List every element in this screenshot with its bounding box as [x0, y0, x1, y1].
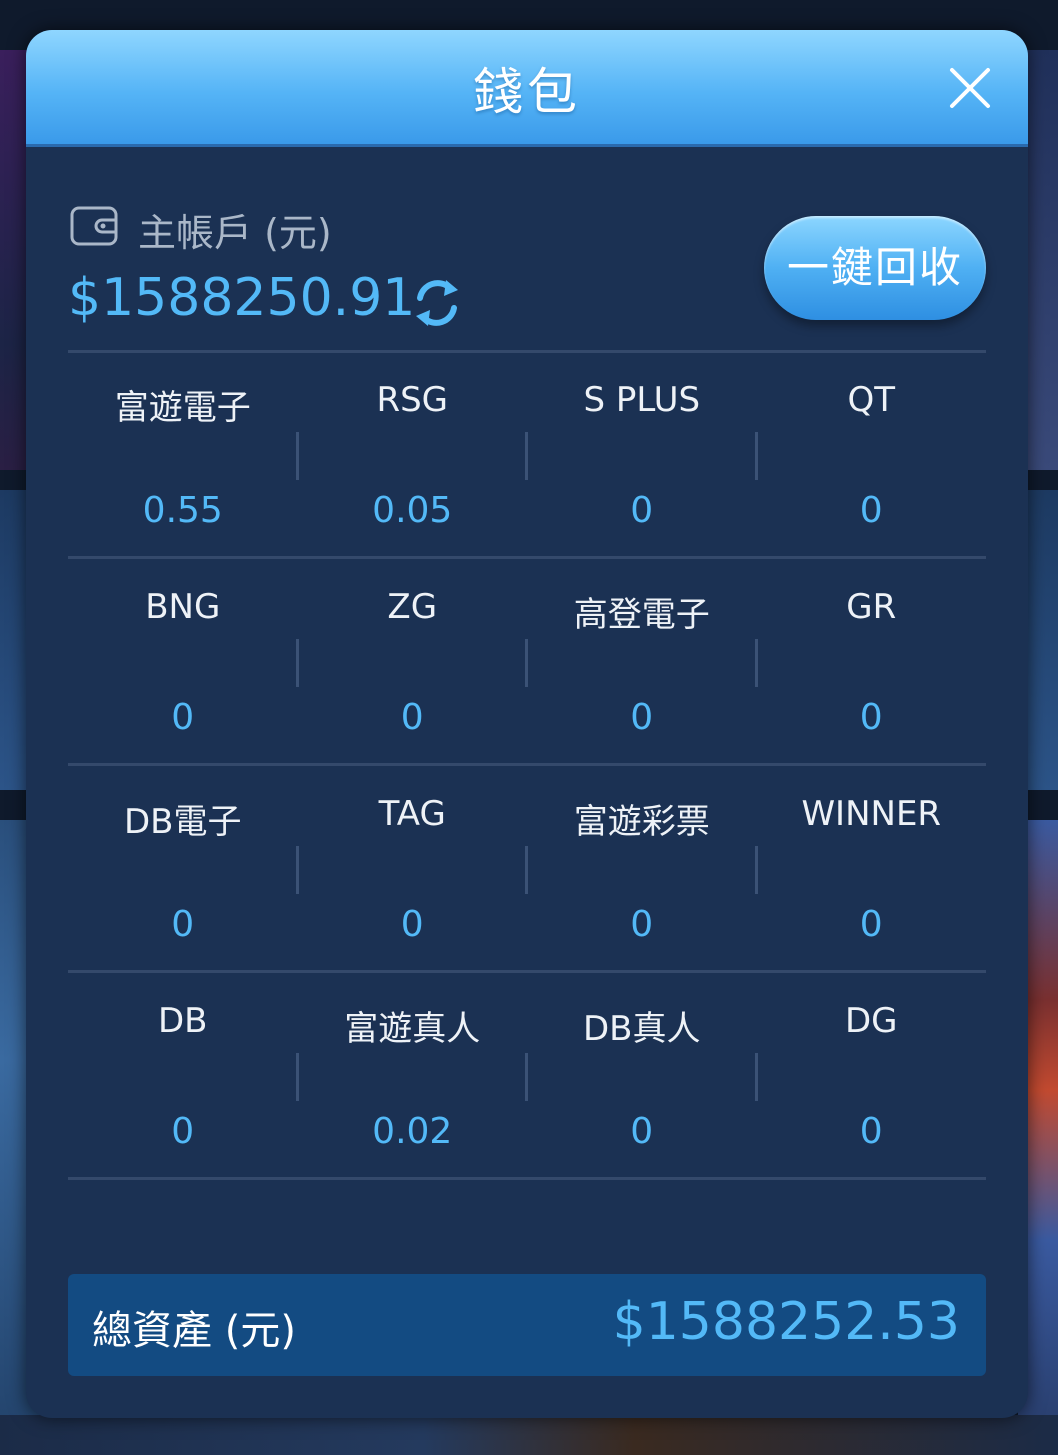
column-divider — [755, 432, 758, 480]
provider-balance: 0 — [630, 490, 654, 531]
close-button[interactable] — [948, 66, 992, 110]
total-assets-label: 總資產 (元) — [92, 1308, 296, 1354]
provider-balance: 0 — [171, 697, 195, 738]
provider-name: 富遊真人 — [344, 1009, 481, 1049]
column-divider — [755, 1053, 758, 1101]
column-divider — [525, 639, 528, 687]
background-bottom-bar — [0, 1415, 1058, 1455]
provider-name: 富遊電子 — [114, 388, 251, 428]
provider-cell: ZG 0 — [298, 559, 528, 766]
provider-balance: 0 — [400, 904, 424, 945]
provider-balance: 0 — [171, 904, 195, 945]
provider-cell: RSG 0.05 — [298, 352, 528, 559]
wallet-icon — [70, 206, 118, 246]
provider-balance-grid: 富遊電子 0.55 RSG 0.05 S PLUS 0 QT 0 BNG 0 Z… — [68, 352, 986, 1180]
provider-cell: 富遊彩票 0 — [527, 766, 757, 973]
provider-name: 高登電子 — [573, 595, 710, 635]
provider-cell: BNG 0 — [68, 559, 298, 766]
column-divider — [525, 846, 528, 894]
main-account-amount: $1588250.91 — [68, 268, 416, 328]
provider-cell: DB 0 — [68, 973, 298, 1180]
provider-balance: 0 — [859, 904, 883, 945]
provider-balance: 0.55 — [142, 490, 223, 531]
column-divider — [525, 432, 528, 480]
provider-balance: 0 — [400, 697, 424, 738]
refresh-icon[interactable] — [410, 276, 464, 330]
provider-name: WINNER — [801, 794, 942, 834]
main-account-label: 主帳戶 (元) — [138, 211, 332, 255]
provider-name: ZG — [387, 587, 438, 627]
close-icon[interactable] — [948, 66, 992, 110]
wallet-modal: 錢包 主帳戶 (元) $1588250.91 一鍵回收 富遊電子 0.55 RS… — [26, 30, 1028, 1418]
provider-cell: DB真人 0 — [527, 973, 757, 1180]
provider-name: TAG — [378, 794, 446, 834]
provider-cell: 高登電子 0 — [527, 559, 757, 766]
column-divider — [755, 846, 758, 894]
provider-balance: 0.02 — [372, 1111, 453, 1152]
column-divider — [296, 846, 299, 894]
provider-balance: 0 — [630, 1111, 654, 1152]
column-divider — [296, 432, 299, 480]
modal-header: 錢包 — [26, 30, 1028, 147]
provider-name: DG — [844, 1001, 898, 1041]
provider-name: S PLUS — [583, 380, 701, 420]
provider-balance: 0 — [859, 1111, 883, 1152]
provider-cell: GR 0 — [757, 559, 987, 766]
row-divider — [68, 1177, 986, 1180]
provider-balance: 0 — [171, 1111, 195, 1152]
total-assets-amount: $1588252.53 — [612, 1292, 960, 1352]
column-divider — [525, 1053, 528, 1101]
provider-name: 富遊彩票 — [573, 802, 710, 842]
provider-name: DB真人 — [582, 1009, 701, 1049]
provider-cell: WINNER 0 — [757, 766, 987, 973]
provider-cell: DG 0 — [757, 973, 987, 1180]
provider-name: QT — [847, 380, 896, 420]
column-divider — [296, 1053, 299, 1101]
provider-balance: 0 — [859, 697, 883, 738]
provider-cell: TAG 0 — [298, 766, 528, 973]
provider-row: BNG 0 ZG 0 高登電子 0 GR 0 — [68, 559, 986, 766]
column-divider — [296, 639, 299, 687]
modal-title: 錢包 — [473, 63, 581, 121]
provider-row: DB 0 富遊真人 0.02 DB真人 0 DG 0 — [68, 973, 986, 1180]
provider-cell: QT 0 — [757, 352, 987, 559]
provider-row: 富遊電子 0.55 RSG 0.05 S PLUS 0 QT 0 — [68, 352, 986, 559]
provider-balance: 0 — [630, 697, 654, 738]
provider-cell: DB電子 0 — [68, 766, 298, 973]
provider-cell: 富遊真人 0.02 — [298, 973, 528, 1180]
provider-name: DB — [157, 1001, 208, 1041]
provider-cell: 富遊電子 0.55 — [68, 352, 298, 559]
total-assets-bar: 總資產 (元) $1588252.53 — [68, 1274, 986, 1376]
provider-balance: 0 — [859, 490, 883, 531]
provider-balance: 0 — [630, 904, 654, 945]
provider-name: GR — [846, 587, 897, 627]
provider-name: RSG — [376, 380, 449, 420]
column-divider — [755, 639, 758, 687]
provider-balance: 0.05 — [372, 490, 453, 531]
provider-name: BNG — [145, 587, 221, 627]
provider-cell: S PLUS 0 — [527, 352, 757, 559]
provider-row: DB電子 0 TAG 0 富遊彩票 0 WINNER 0 — [68, 766, 986, 973]
provider-name: DB電子 — [123, 802, 242, 842]
one-click-recall-button[interactable]: 一鍵回收 — [764, 216, 986, 320]
